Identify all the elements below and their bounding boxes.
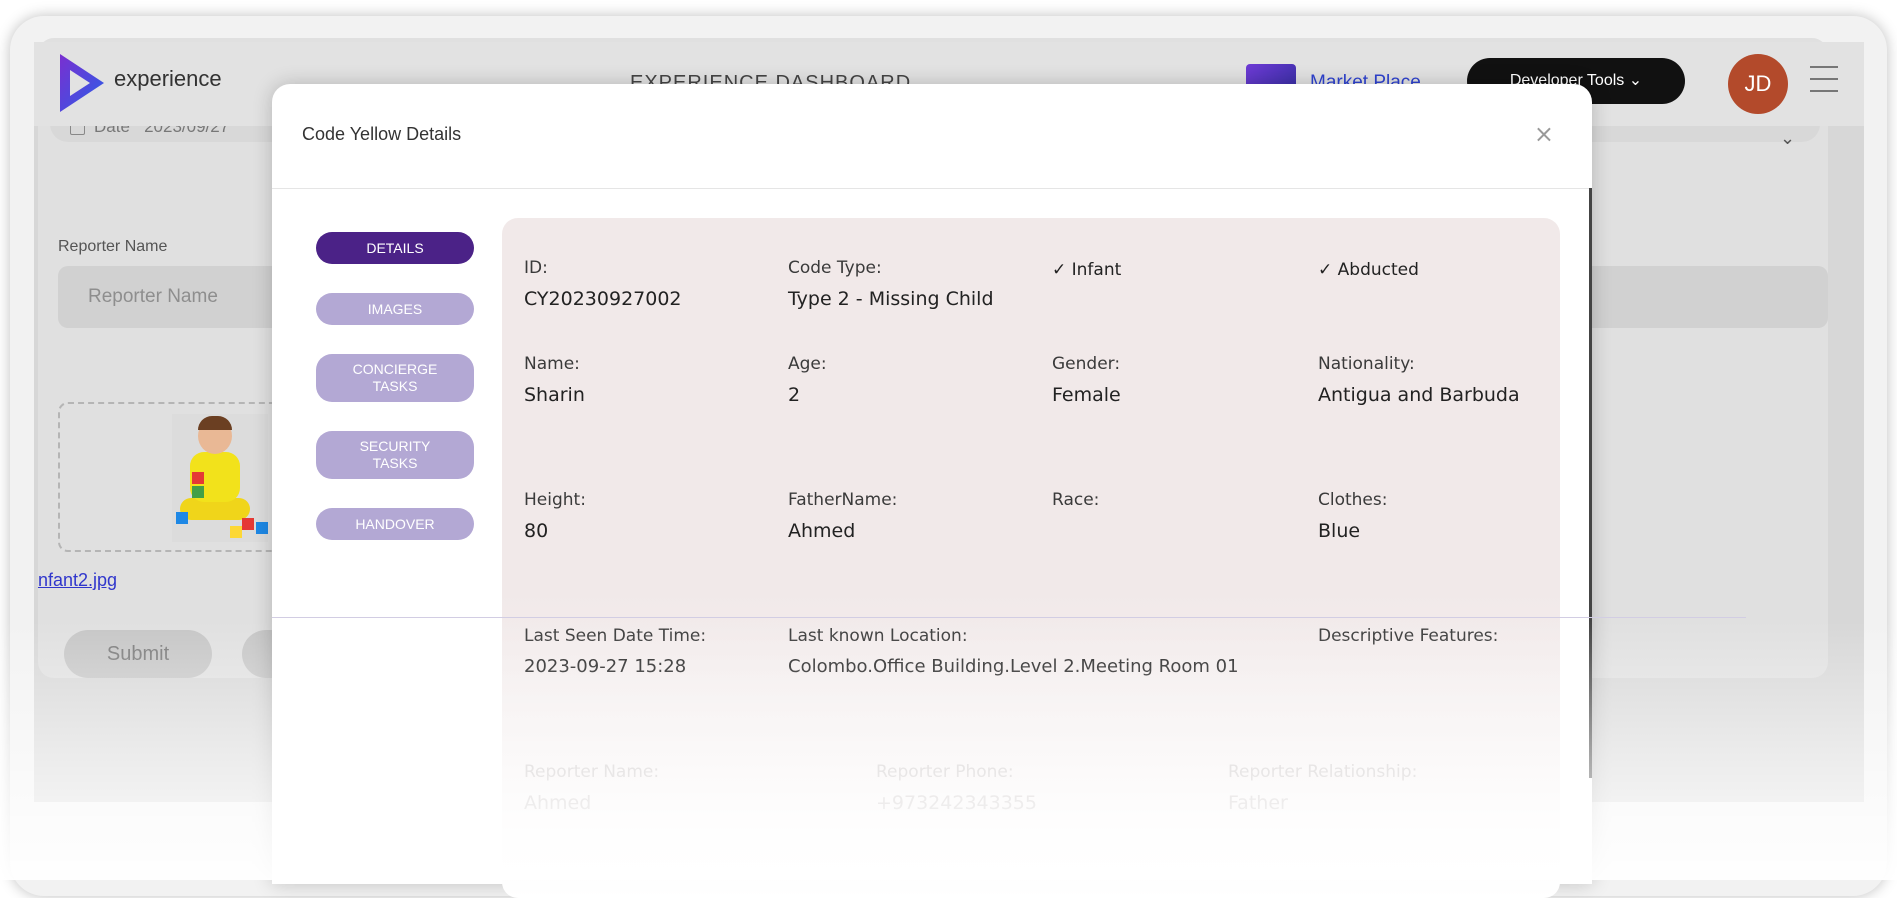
reporter-relationship-label: Reporter Relationship: (1228, 762, 1418, 782)
reporter-name-label: Reporter Name (58, 238, 168, 255)
tab-images[interactable]: IMAGES (316, 293, 474, 325)
experience-logo-icon (60, 54, 104, 112)
race-label: Race: (1052, 490, 1100, 510)
details-card: ID: CY20230927002 Code Type: Type 2 - Mi… (502, 218, 1560, 898)
abducted-flag: ✓ Abducted (1318, 260, 1419, 280)
close-icon[interactable]: × (1534, 120, 1554, 148)
father-name-label: FatherName: (788, 490, 898, 510)
modal-scrollbar[interactable] (1589, 188, 1592, 778)
nationality-label: Nationality: (1318, 354, 1415, 374)
tab-concierge-tasks[interactable]: CONCIERGE TASKS (316, 354, 474, 402)
submit-button[interactable]: Submit (64, 630, 212, 678)
reporter-name-field-value: Ahmed (524, 792, 592, 814)
section-divider (272, 617, 1746, 618)
clothes-label: Clothes: (1318, 490, 1388, 510)
reporter-relationship-value: Father (1228, 792, 1288, 814)
code-yellow-modal: Code Yellow Details × DETAILS IMAGES CON… (272, 84, 1592, 898)
height-value: 80 (524, 520, 549, 542)
tab-security-tasks[interactable]: SECURITY TASKS (316, 431, 474, 479)
age-label: Age: (788, 354, 827, 374)
age-value: 2 (788, 384, 801, 406)
last-location-value: Colombo.Office Building.Level 2.Meeting … (788, 656, 1239, 677)
last-seen-value: 2023-09-27 15:28 (524, 656, 687, 677)
code-type-value: Type 2 - Missing Child (788, 288, 994, 310)
descriptive-features-label: Descriptive Features: (1318, 626, 1499, 646)
chevron-down-icon[interactable]: ⌄ (1780, 128, 1795, 149)
last-location-label: Last known Location: (788, 626, 968, 646)
modal-divider (272, 188, 1592, 189)
height-label: Height: (524, 490, 586, 510)
clothes-value: Blue (1318, 520, 1361, 542)
code-type-label: Code Type: (788, 258, 882, 278)
gender-label: Gender: (1052, 354, 1121, 374)
tab-handover[interactable]: HANDOVER (316, 508, 474, 540)
name-value: Sharin (524, 384, 585, 406)
last-seen-label: Last Seen Date Time: (524, 626, 707, 646)
name-label: Name: (524, 354, 580, 374)
gender-value: Female (1052, 384, 1121, 406)
id-label: ID: (524, 258, 548, 278)
id-value: CY20230927002 (524, 288, 682, 310)
reporter-phone-value: +973242343355 (876, 792, 1037, 814)
father-name-value: Ahmed (788, 520, 856, 542)
reporter-name-field-label: Reporter Name: (524, 762, 660, 782)
uploaded-file-link[interactable]: nfant2.jpg (38, 570, 117, 591)
chevron-down-icon: ⌄ (1628, 72, 1643, 89)
modal-tab-sidebar: DETAILS IMAGES CONCIERGE TASKS SECURITY … (316, 232, 474, 540)
avatar[interactable]: JD (1728, 54, 1788, 114)
brand-name: experience (114, 66, 222, 91)
nationality-value: Antigua and Barbuda (1318, 384, 1520, 406)
hamburger-menu-icon[interactable] (1810, 66, 1838, 96)
reporter-phone-label: Reporter Phone: (876, 762, 1014, 782)
modal-title: Code Yellow Details (302, 124, 462, 144)
tab-details[interactable]: DETAILS (316, 232, 474, 264)
infant-photo-thumbnail (172, 414, 268, 542)
infant-flag: ✓ Infant (1052, 260, 1122, 280)
